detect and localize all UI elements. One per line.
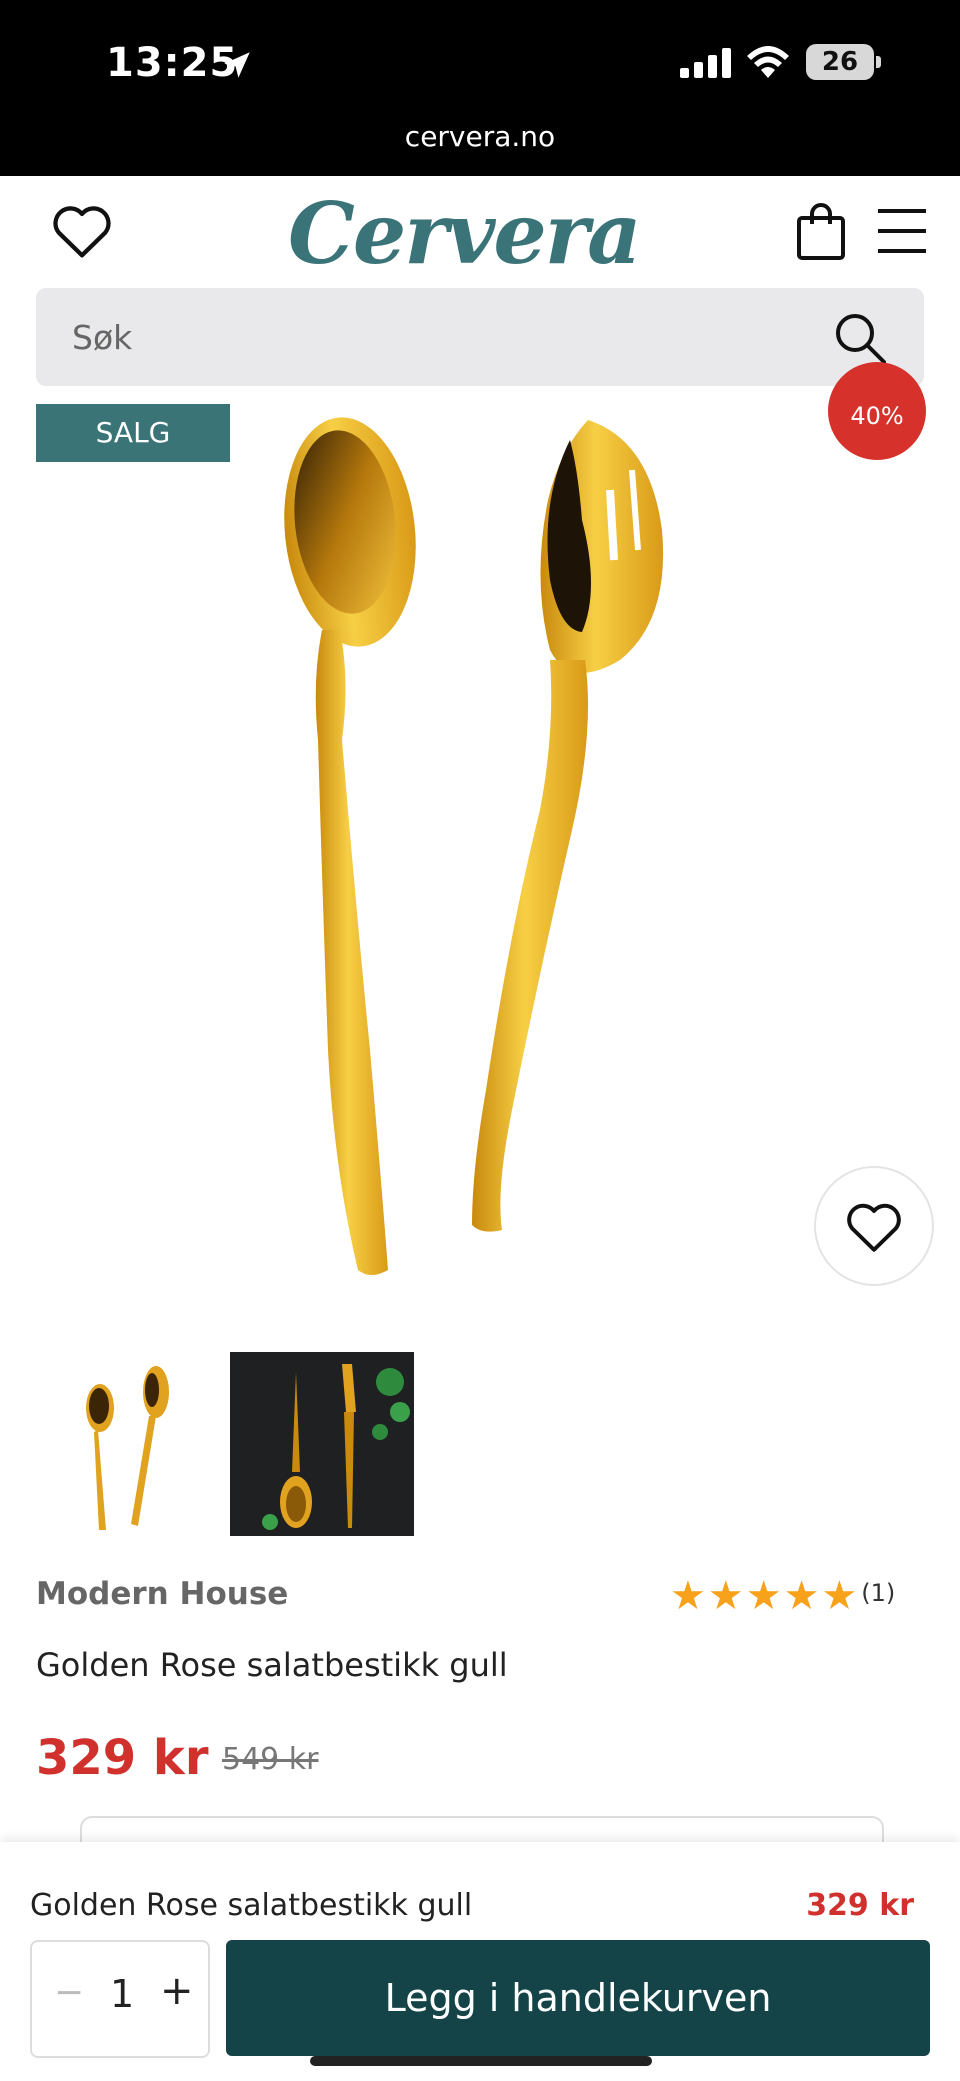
bag-icon[interactable]	[796, 202, 846, 262]
rating[interactable]: ★★★★★ (1)	[670, 1576, 895, 1616]
increase-button[interactable]: +	[160, 1968, 194, 2014]
add-to-cart-button[interactable]: Legg i handlekurven	[226, 1940, 930, 2056]
signal-icon	[680, 48, 731, 78]
search-placeholder: Søk	[72, 318, 133, 357]
star-icon: ★	[670, 1573, 706, 1619]
status-time: 13:25	[106, 40, 239, 86]
heart-icon	[847, 1203, 901, 1252]
heart-icon[interactable]	[50, 200, 114, 260]
menu-icon[interactable]	[876, 206, 928, 256]
thumbnail-1[interactable]	[36, 1352, 220, 1536]
battery-indicator: 26	[806, 44, 874, 80]
location-arrow-icon	[224, 52, 250, 78]
product-brand[interactable]: Modern House	[36, 1576, 288, 1612]
sticky-cart-bar: Golden Rose salatbestikk gull 329 kr − 1…	[0, 1842, 960, 2081]
discount-badge: 40%	[828, 362, 926, 460]
sticky-price: 329 kr	[806, 1888, 914, 1923]
url-label[interactable]: cervera.no	[0, 120, 960, 153]
logo[interactable]: Cervera	[288, 184, 641, 283]
decrease-button[interactable]: −	[54, 1972, 84, 2013]
sticky-title: Golden Rose salatbestikk gull	[30, 1888, 473, 1923]
star-icon: ★	[783, 1573, 820, 1619]
product-title: Golden Rose salatbestikk gull	[36, 1646, 508, 1684]
product-old-price: 549 kr	[222, 1742, 319, 1777]
search-input[interactable]: Søk	[36, 288, 924, 386]
search-icon[interactable]	[832, 310, 888, 366]
product-image[interactable]	[210, 410, 750, 1290]
site-header: Cervera	[0, 176, 960, 290]
product-price: 329 kr	[36, 1730, 209, 1786]
thumbnail-2[interactable]	[230, 1352, 414, 1536]
status-bar: 13:25 26 cervera.no	[0, 0, 960, 176]
star-icon: ★	[821, 1573, 858, 1619]
star-icon: ★	[745, 1573, 782, 1619]
quantity-value[interactable]: 1	[110, 1972, 134, 2016]
review-count: (1)	[861, 1579, 896, 1607]
wishlist-button[interactable]	[814, 1166, 934, 1286]
home-indicator	[310, 2056, 652, 2066]
star-icon: ★	[707, 1573, 744, 1619]
quantity-stepper: − 1 +	[30, 1940, 210, 2058]
battery-cap	[876, 56, 881, 68]
wifi-icon	[747, 46, 789, 78]
sale-badge: SALG	[36, 404, 230, 462]
